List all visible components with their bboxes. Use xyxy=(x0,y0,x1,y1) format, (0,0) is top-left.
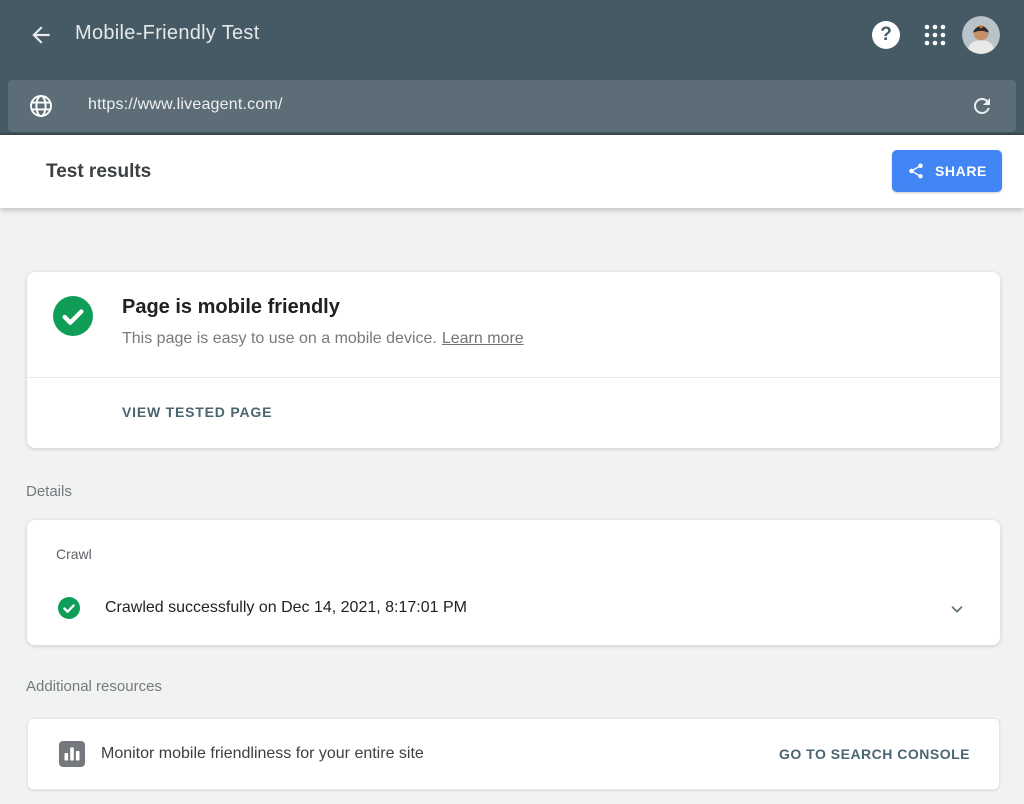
bar-chart-icon xyxy=(59,741,85,767)
mobile-friendly-test-app: Mobile-Friendly Test ? xyxy=(0,0,1024,804)
details-section-label: Details xyxy=(26,483,72,500)
success-check-icon xyxy=(53,296,93,336)
back-arrow-icon[interactable] xyxy=(28,22,54,48)
view-tested-page-button[interactable]: VIEW TESTED PAGE xyxy=(122,378,272,447)
result-card-footer: VIEW TESTED PAGE xyxy=(27,378,1000,447)
apps-grid-icon[interactable] xyxy=(923,23,947,47)
globe-icon xyxy=(28,93,54,119)
result-subtitle: This page is easy to use on a mobile dev… xyxy=(122,330,524,348)
url-input[interactable]: https://www.liveagent.com/ xyxy=(88,96,283,114)
url-field[interactable]: https://www.liveagent.com/ xyxy=(8,80,1016,132)
refresh-icon[interactable] xyxy=(970,94,994,118)
crawl-success-check-icon xyxy=(58,597,80,619)
crawl-card: Crawl Crawled successfully on Dec 14, 20… xyxy=(27,520,1000,645)
user-avatar[interactable] xyxy=(962,16,1000,54)
crawl-card-title: Crawl xyxy=(56,546,92,562)
resources-item-text: Monitor mobile friendliness for your ent… xyxy=(101,719,424,789)
chevron-down-icon[interactable] xyxy=(948,600,966,618)
go-to-search-console-button[interactable]: GO TO SEARCH CONSOLE xyxy=(779,719,970,789)
avatar-image xyxy=(962,16,1000,54)
resources-card: Monitor mobile friendliness for your ent… xyxy=(27,718,1000,790)
share-button[interactable]: SHARE xyxy=(892,150,1002,192)
page-title: Test results xyxy=(46,135,151,208)
app-title: Mobile-Friendly Test xyxy=(75,22,260,45)
result-card-body: Page is mobile friendly This page is eas… xyxy=(27,272,1000,378)
crawl-status-text: Crawled successfully on Dec 14, 2021, 8:… xyxy=(105,599,467,617)
learn-more-link[interactable]: Learn more xyxy=(442,330,524,347)
resources-section-label: Additional resources xyxy=(26,678,162,695)
app-header: Mobile-Friendly Test ? xyxy=(0,0,1024,68)
result-card: Page is mobile friendly This page is eas… xyxy=(27,272,1000,448)
results-header-bar: Test results SHARE xyxy=(0,135,1024,208)
result-subtitle-text: This page is easy to use on a mobile dev… xyxy=(122,330,437,347)
share-icon xyxy=(907,162,925,180)
share-button-label: SHARE xyxy=(935,163,987,179)
url-strip: https://www.liveagent.com/ xyxy=(0,68,1024,135)
result-title: Page is mobile friendly xyxy=(122,296,340,319)
help-icon[interactable]: ? xyxy=(872,21,900,49)
